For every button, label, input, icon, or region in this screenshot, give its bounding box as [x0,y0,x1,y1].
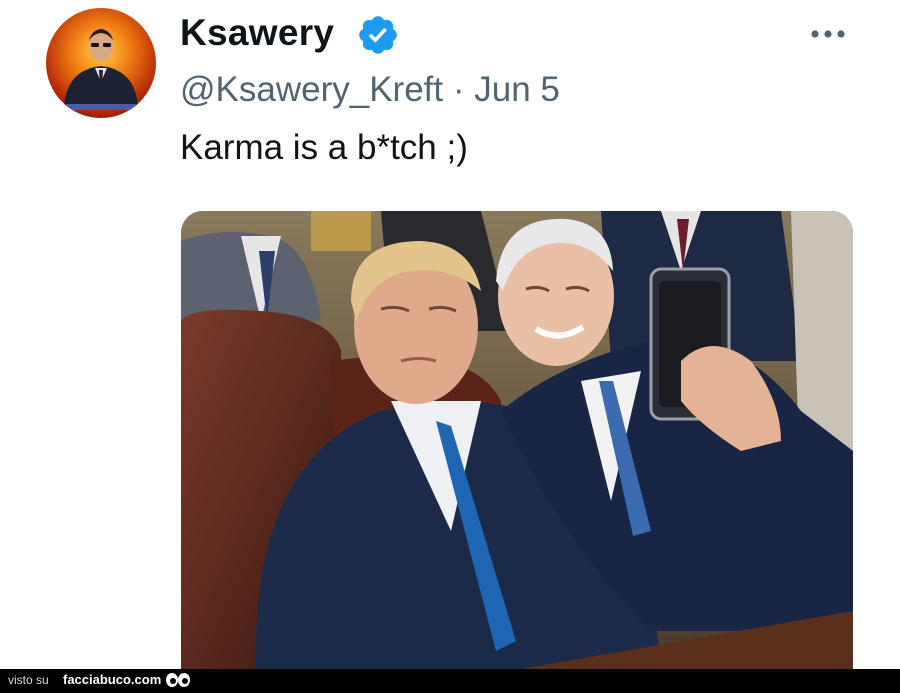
eyes-logo-icon [166,673,190,687]
separator-dot: · [452,70,465,109]
avatar-figure [64,29,138,110]
profile-avatar[interactable] [46,8,156,118]
user-handle[interactable]: @Ksawery_Kreft [180,70,443,109]
tweet-photo[interactable] [181,211,853,669]
tweet-date[interactable]: Jun 5 [474,70,560,109]
more-options-icon[interactable] [806,22,850,46]
visto-label: visto su [8,673,49,687]
display-name[interactable]: Ksawery [180,12,334,54]
verified-badge-icon [359,16,397,54]
watermark-footer: visto su facciabuco.com [0,669,900,693]
handle-date-line: @Ksawery_Kreft · Jun 5 [180,70,560,110]
site-label[interactable]: facciabuco.com [63,672,161,687]
photo-illustration [181,211,853,669]
tweet-text: Karma is a b*tch ;) [180,128,468,167]
